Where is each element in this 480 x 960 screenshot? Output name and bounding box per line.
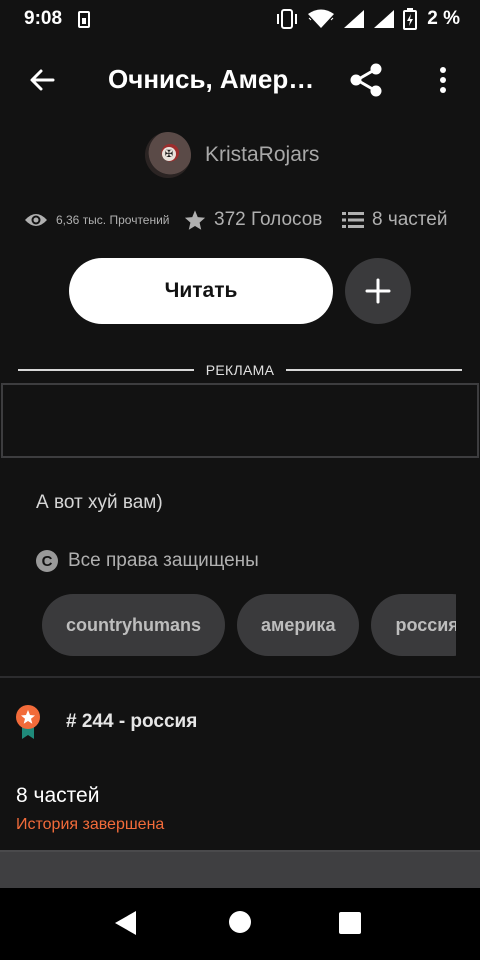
tag-chip[interactable]: countryhumans xyxy=(42,594,226,656)
nav-recents-icon[interactable] xyxy=(339,912,361,934)
back-button[interactable] xyxy=(24,62,60,98)
tag-chip[interactable]: америка xyxy=(237,594,360,656)
share-icon xyxy=(350,63,382,97)
parts-stat: 8 частей xyxy=(342,206,447,234)
share-button[interactable] xyxy=(346,60,386,100)
author-row[interactable]: ✠ KristaRojars xyxy=(145,132,319,178)
reads-count: 6,36 тыс. Прочтений xyxy=(56,213,170,227)
add-to-library-button[interactable] xyxy=(345,258,411,324)
ranking-row[interactable]: # 244 - россия xyxy=(14,704,197,740)
story-title: Очнись, Америка! xyxy=(108,64,318,94)
story-stats: 6,36 тыс. Прочтений 372 Голосов 8 частей xyxy=(24,206,464,234)
read-button[interactable]: Читать xyxy=(69,258,333,324)
battery-icon xyxy=(403,8,418,30)
ad-slot[interactable] xyxy=(1,383,479,458)
copyright-icon: C xyxy=(36,550,58,572)
ad-divider-line-right xyxy=(286,369,462,371)
avatar[interactable]: ✠ xyxy=(145,132,191,178)
battery-percent: 2 % xyxy=(427,8,460,29)
signal-icon-2 xyxy=(374,10,395,28)
ad-divider: РЕКЛАМА xyxy=(18,360,462,380)
more-vert-icon xyxy=(440,67,446,93)
signal-icon xyxy=(344,10,365,28)
app-bar: Очнись, Америка! xyxy=(0,52,480,108)
system-nav-bar xyxy=(0,888,480,960)
more-options-button[interactable] xyxy=(428,60,458,100)
chapters-count[interactable]: 8 частей xyxy=(16,784,99,808)
wifi-icon xyxy=(308,9,335,28)
reads-stat: 6,36 тыс. Прочтений xyxy=(24,206,170,234)
ranking-text: # 244 - россия xyxy=(66,711,198,732)
arrow-left-icon xyxy=(30,69,55,91)
votes-count: 372 Голосов xyxy=(214,209,323,230)
tag-chip[interactable]: россия xyxy=(371,594,456,656)
battery-saver-icon xyxy=(78,10,91,28)
star-icon xyxy=(184,210,206,230)
nav-home-icon[interactable] xyxy=(229,911,251,933)
plus-icon xyxy=(365,278,391,304)
vibrate-icon xyxy=(277,9,298,29)
nav-back-icon[interactable] xyxy=(114,910,138,936)
bottom-panel[interactable] xyxy=(0,850,480,888)
completion-status: История завершена xyxy=(16,816,165,833)
eye-icon xyxy=(25,214,47,226)
author-name[interactable]: KristaRojars xyxy=(205,143,319,167)
story-description: А вот хуй вам) xyxy=(36,492,163,513)
votes-stat: 372 Голосов xyxy=(184,206,322,234)
status-time: 9:08 xyxy=(24,8,63,29)
status-icons: 2 % xyxy=(275,8,460,30)
copyright-row: C Все права защищены xyxy=(36,550,259,572)
ad-label: РЕКЛАМА xyxy=(205,362,275,378)
copyright-text: Все права защищены xyxy=(68,550,259,571)
list-icon xyxy=(342,212,364,228)
avatar-emblem-icon: ✠ xyxy=(162,147,176,161)
ad-divider-line-left xyxy=(18,369,194,371)
status-bar: 9:08 2 % xyxy=(0,0,480,38)
parts-count: 8 частей xyxy=(372,209,448,230)
section-divider xyxy=(0,676,480,678)
tag-list: countryhumans америка россия xyxy=(42,594,456,656)
ranking-badge-icon xyxy=(16,705,40,739)
